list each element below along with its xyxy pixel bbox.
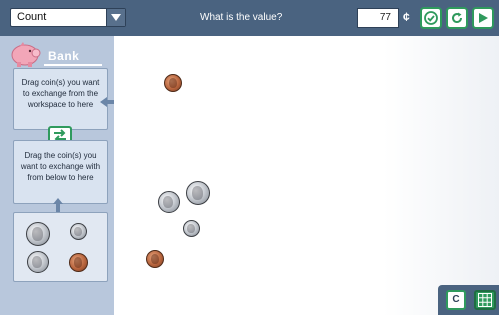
workspace-dime-coin[interactable] [183, 220, 200, 237]
question-prompt: What is the value? [200, 12, 283, 23]
workspace-penny-coin[interactable] [146, 250, 164, 268]
bin-quarter-coin[interactable] [26, 222, 50, 246]
mode-select-value: Count [17, 11, 47, 23]
cents-unit: ¢ [403, 10, 410, 24]
workspace-quarter-coin[interactable] [158, 191, 180, 213]
coin-bin [13, 212, 108, 282]
bin-nickel-coin[interactable] [27, 251, 49, 273]
bank-drop-zone[interactable]: Drag coin(s) you want to exchange from t… [13, 68, 108, 130]
divider [44, 64, 102, 66]
workspace-quarter-coin[interactable] [186, 181, 210, 205]
bank-title: Bank [48, 49, 80, 63]
top-toolbar: Count What is the value? 77 ¢ [0, 0, 499, 36]
bank-sidebar: Bank Drag coin(s) you want to exchange f… [0, 36, 116, 315]
mode-select[interactable]: Count [10, 8, 126, 27]
grid-toggle-button[interactable] [474, 290, 496, 310]
workspace-penny-coin[interactable] [164, 74, 182, 92]
bin-dime-coin[interactable] [70, 223, 87, 240]
bank-drop-instructions: Drag coin(s) you want to exchange from t… [21, 78, 100, 109]
value-input[interactable]: 77 [357, 8, 399, 28]
check-button[interactable] [420, 7, 442, 29]
next-button[interactable] [472, 7, 494, 29]
exchange-drop-instructions: Drag the coin(s) you want to exchange wi… [20, 151, 101, 182]
chevron-down-icon[interactable] [106, 9, 125, 26]
cents-notation-button[interactable]: C [446, 290, 466, 310]
workspace[interactable] [114, 36, 499, 315]
exchange-drop-zone[interactable]: Drag the coin(s) you want to exchange wi… [13, 140, 108, 204]
bin-penny-coin[interactable] [69, 253, 88, 272]
reset-button[interactable] [446, 7, 468, 29]
